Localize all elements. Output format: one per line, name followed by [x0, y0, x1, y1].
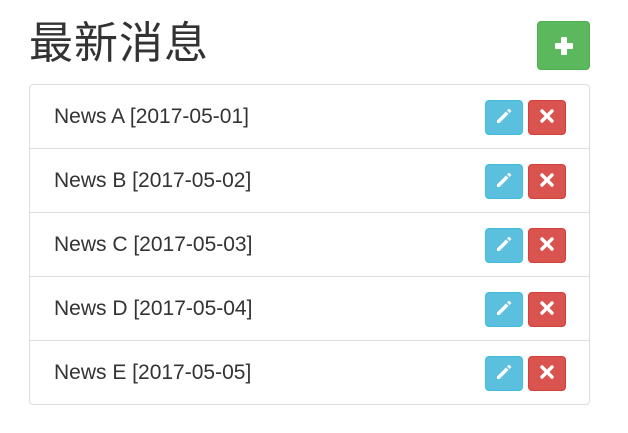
news-title: News D [2017-05-04] [54, 297, 253, 320]
list-item: News C [2017-05-03] [30, 213, 589, 277]
pencil-icon [495, 107, 513, 129]
edit-button[interactable] [485, 100, 523, 135]
news-list: News A [2017-05-01] News B [2017-05-02] … [29, 84, 590, 405]
list-item: News B [2017-05-02] [30, 149, 589, 213]
news-title: News C [2017-05-03] [54, 233, 253, 256]
close-icon [539, 236, 555, 256]
pencil-icon [495, 171, 513, 193]
pencil-icon [495, 235, 513, 257]
edit-button[interactable] [485, 228, 523, 263]
delete-button[interactable] [528, 164, 566, 199]
delete-button[interactable] [528, 100, 566, 135]
list-item: News E [2017-05-05] [30, 341, 589, 404]
close-icon [539, 364, 555, 384]
close-icon [539, 172, 555, 192]
list-item: News D [2017-05-04] [30, 277, 589, 341]
pencil-icon [495, 363, 513, 385]
edit-button[interactable] [485, 356, 523, 391]
plus-icon [554, 36, 574, 56]
close-icon [539, 108, 555, 128]
edit-button[interactable] [485, 292, 523, 327]
news-title: News E [2017-05-05] [54, 361, 252, 384]
delete-button[interactable] [528, 292, 566, 327]
pencil-icon [495, 299, 513, 321]
delete-button[interactable] [528, 228, 566, 263]
news-title: News A [2017-05-01] [54, 105, 249, 128]
delete-button[interactable] [528, 356, 566, 391]
page-title: 最新消息 [29, 18, 209, 69]
close-icon [539, 300, 555, 320]
add-news-button[interactable] [537, 21, 590, 70]
news-title: News B [2017-05-02] [54, 169, 252, 192]
edit-button[interactable] [485, 164, 523, 199]
list-item: News A [2017-05-01] [30, 85, 589, 149]
